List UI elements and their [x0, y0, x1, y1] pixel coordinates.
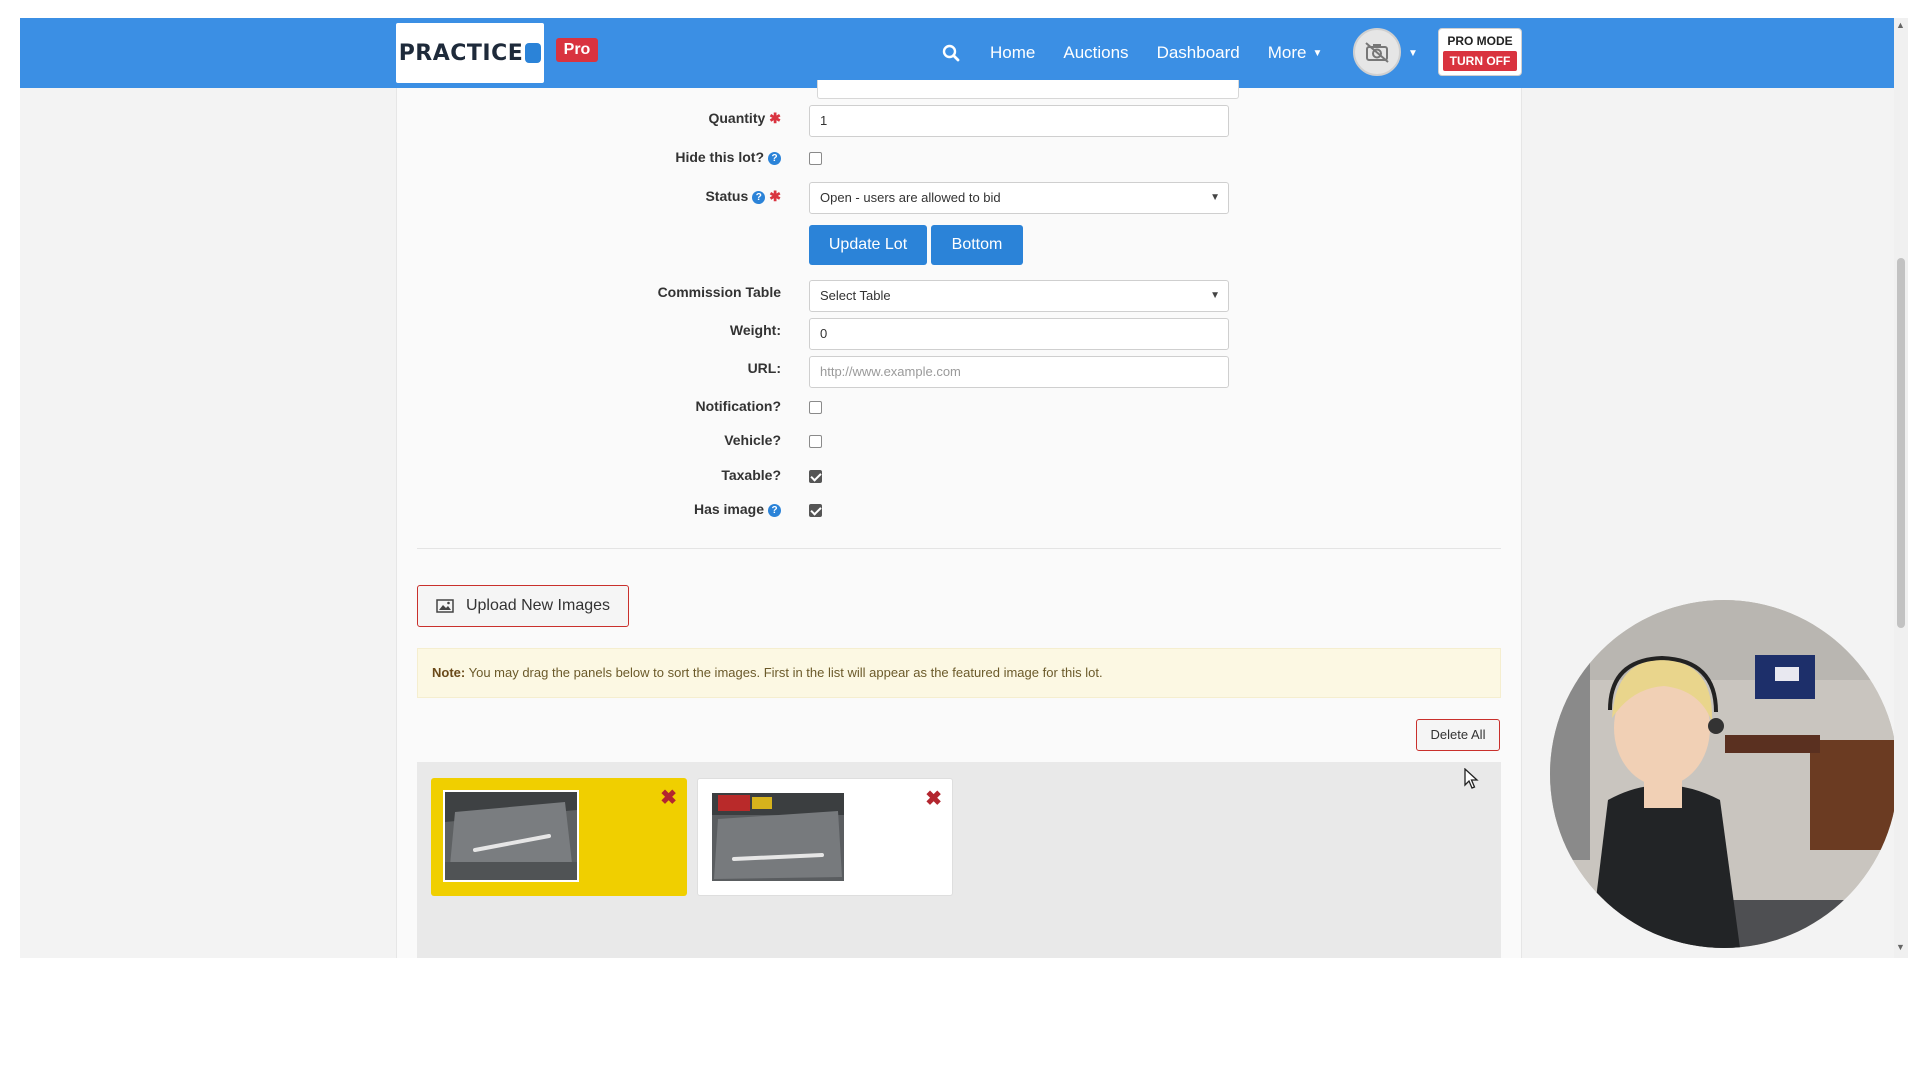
scroll-up-arrow-icon[interactable]: ▲ [1896, 20, 1905, 30]
upload-new-images-button[interactable]: Upload New Images [417, 585, 629, 627]
avatar[interactable] [1353, 28, 1401, 76]
weight-input[interactable]: 0 [809, 318, 1229, 350]
quantity-input[interactable]: 1 [809, 105, 1229, 137]
pro-mode-toggle: PRO MODE TURN OFF [1438, 28, 1522, 76]
lock-icon [525, 43, 542, 63]
hide-lot-label-text: Hide this lot? [675, 149, 764, 165]
help-icon[interactable]: ? [752, 190, 766, 204]
image-panel-featured[interactable]: ✖ [431, 778, 687, 896]
help-icon[interactable]: ? [768, 151, 781, 165]
nav-home[interactable]: Home [990, 43, 1035, 63]
search-icon[interactable] [940, 42, 962, 64]
site-logo[interactable]: PRACTICE [396, 23, 544, 83]
has-image-checkbox[interactable] [809, 504, 822, 517]
image-panel[interactable]: ✖ [697, 778, 953, 896]
url-label: URL: [747, 360, 781, 376]
url-input[interactable]: http://www.example.com [809, 356, 1229, 388]
required-star-icon: ✱ [769, 188, 781, 204]
nav-more-label: More [1267, 43, 1307, 62]
has-image-label-text: Has image [693, 501, 764, 517]
nav-more[interactable]: More ▼ [1268, 43, 1323, 63]
taxable-checkbox[interactable] [809, 470, 822, 483]
status-label-text: Status [705, 188, 749, 204]
remove-image-icon[interactable]: ✖ [925, 789, 942, 809]
vertical-scrollbar[interactable]: ▲ ▼ [1894, 18, 1908, 958]
logo-text: PRACTICE [398, 40, 524, 66]
lot-image-thumbnail [443, 790, 579, 882]
avatar-caret-icon[interactable]: ▼ [1408, 48, 1418, 59]
mouse-cursor-icon [1464, 767, 1480, 795]
weight-label: Weight: [729, 322, 781, 338]
help-icon[interactable]: ? [768, 503, 781, 517]
remove-image-icon[interactable]: ✖ [660, 788, 677, 808]
status-label: Status? ✱ [705, 188, 781, 205]
hide-lot-label: Hide this lot?? [675, 149, 781, 165]
commission-label: Commission Table [657, 284, 781, 300]
browser-viewport: PRACTICE Pro Home Auctions Dashboard Mor… [20, 18, 1896, 958]
bottom-button[interactable]: Bottom [931, 225, 1023, 265]
caret-down-icon: ▼ [1312, 48, 1323, 60]
chevron-down-icon: ▼ [1210, 192, 1220, 203]
no-camera-icon [1365, 42, 1389, 63]
webcam-overlay [1550, 600, 1896, 948]
image-icon [436, 599, 454, 613]
vehicle-label: Vehicle? [724, 432, 781, 448]
clipped-input-field[interactable] [817, 80, 1239, 99]
sort-note: Note: You may drag the panels below to s… [417, 648, 1501, 698]
pro-badge: Pro [556, 38, 598, 62]
required-star-icon: ✱ [769, 110, 781, 126]
image-sort-area: ✖ ✖ [417, 762, 1501, 958]
taxable-label: Taxable? [721, 467, 781, 483]
quantity-label: Quantity ✱ [708, 110, 781, 127]
chevron-down-icon: ▼ [1210, 290, 1220, 301]
scrollbar-thumb[interactable] [1897, 258, 1905, 628]
upload-button-label: Upload New Images [465, 597, 611, 614]
has-image-label: Has image? [694, 501, 781, 517]
update-lot-button[interactable]: Update Lot [809, 225, 927, 265]
turn-off-button[interactable]: TURN OFF [1443, 51, 1517, 71]
status-select[interactable]: Open - users are allowed to bid ▼ [809, 182, 1229, 214]
lot-edit-panel: Quantity ✱ 1 Hide this lot?? Status? ✱ Ope… [396, 80, 1522, 958]
delete-all-button[interactable]: Delete All [1416, 719, 1500, 751]
top-navbar: PRACTICE Pro Home Auctions Dashboard Mor… [20, 18, 1896, 88]
quantity-label-text: Quantity [708, 110, 766, 126]
nav-dashboard[interactable]: Dashboard [1157, 43, 1240, 63]
note-bold: Note: [432, 665, 466, 680]
section-divider [417, 548, 1501, 549]
nav-auctions[interactable]: Auctions [1063, 43, 1128, 63]
commission-select-value: Select Table [820, 288, 891, 303]
hide-lot-checkbox[interactable] [809, 152, 822, 165]
lot-image-thumbnail [710, 791, 846, 883]
status-select-value: Open - users are allowed to bid [820, 190, 1001, 205]
notification-checkbox[interactable] [809, 401, 822, 414]
notification-label: Notification? [695, 398, 781, 414]
nav-links: Home Auctions Dashboard More ▼ [940, 18, 1322, 88]
pro-mode-label: PRO MODE [1447, 34, 1513, 48]
note-text: You may drag the panels below to sort th… [468, 665, 1103, 680]
commission-select[interactable]: Select Table ▼ [809, 280, 1229, 312]
scroll-down-arrow-icon[interactable]: ▼ [1896, 942, 1905, 952]
vehicle-checkbox[interactable] [809, 435, 822, 448]
